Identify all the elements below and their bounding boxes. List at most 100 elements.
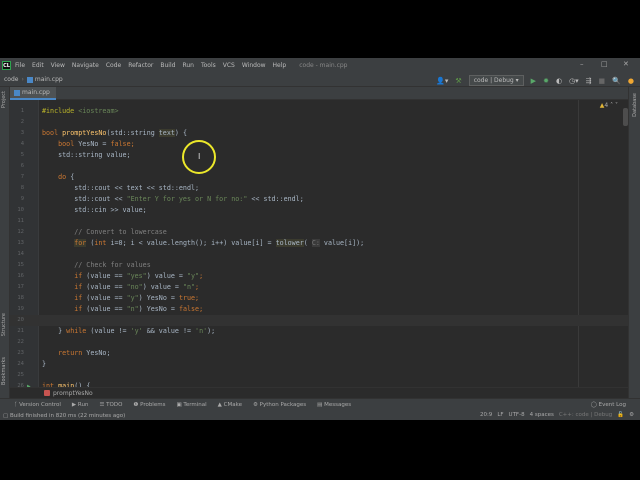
code-line[interactable]: 7 do {: [10, 172, 628, 183]
line-number[interactable]: 1: [10, 106, 24, 117]
line-number[interactable]: 20: [10, 315, 24, 326]
menu-vcs[interactable]: VCS: [223, 62, 235, 69]
code-line[interactable]: 19 if (value == "n") YesNo = false;: [10, 304, 628, 315]
code-line[interactable]: 21 } while (value != 'y' && value != 'n'…: [10, 326, 628, 337]
line-number[interactable]: 22: [10, 337, 24, 348]
maximize-button[interactable]: □: [601, 60, 608, 68]
close-button[interactable]: ✕: [623, 60, 629, 68]
code-line[interactable]: 18 if (value == "y") YesNo = true;: [10, 293, 628, 304]
stop-icon[interactable]: ■: [599, 77, 606, 85]
line-number[interactable]: 13: [10, 238, 24, 249]
code-line[interactable]: 11: [10, 216, 628, 227]
breadcrumb-function[interactable]: promptYesNo: [53, 390, 93, 397]
caret-position[interactable]: 20:9: [480, 412, 492, 418]
line-number[interactable]: 15: [10, 260, 24, 271]
code-line[interactable]: 6: [10, 161, 628, 172]
updates-icon[interactable]: ●: [628, 77, 634, 85]
nav-project[interactable]: code: [4, 76, 18, 83]
project-tool-button[interactable]: Project: [1, 91, 7, 108]
tool-window-terminal[interactable]: ▣ Terminal: [176, 402, 206, 408]
line-number[interactable]: 12: [10, 227, 24, 238]
code-line[interactable]: 4 bool YesNo = false;: [10, 139, 628, 150]
tool-window-run[interactable]: ▶ Run: [72, 402, 89, 408]
debug-icon[interactable]: ✹: [543, 77, 549, 85]
code-line[interactable]: 25: [10, 370, 628, 381]
run-icon[interactable]: ▶: [531, 77, 536, 85]
line-number[interactable]: 14: [10, 249, 24, 260]
tool-window-version-control[interactable]: ᚴ Version Control: [14, 402, 61, 408]
code-line[interactable]: 5 std::string value;: [10, 150, 628, 161]
line-number[interactable]: 9: [10, 194, 24, 205]
line-number[interactable]: 23: [10, 348, 24, 359]
code-editor[interactable]: 1 #include <iostream> 2 3 bool promptYesNo(s…: [10, 100, 628, 387]
menu-refactor[interactable]: Refactor: [128, 62, 153, 69]
code-line[interactable]: 12 // Convert to lowercase: [10, 227, 628, 238]
tab-main-cpp[interactable]: main.cpp: [10, 87, 56, 100]
lock-icon[interactable]: 🔓: [617, 412, 624, 418]
tool-window-cmake[interactable]: ▲ CMake: [218, 402, 242, 408]
line-number[interactable]: 16: [10, 271, 24, 282]
line-number[interactable]: 18: [10, 293, 24, 304]
attach-icon[interactable]: ⇶: [586, 77, 592, 85]
tool-window-problems[interactable]: ❶ Problems: [133, 402, 165, 408]
minimize-button[interactable]: –: [580, 60, 584, 68]
editor-scrollbar[interactable]: [623, 108, 628, 126]
menu-tools[interactable]: Tools: [201, 62, 216, 69]
nav-file[interactable]: main.cpp: [35, 76, 63, 83]
line-number[interactable]: 17: [10, 282, 24, 293]
database-tool-button[interactable]: Database: [632, 93, 638, 117]
menu-code[interactable]: Code: [106, 62, 121, 69]
coverage-icon[interactable]: ◐: [556, 77, 562, 85]
menu-help[interactable]: Help: [273, 62, 287, 69]
line-number[interactable]: 3: [10, 128, 24, 139]
line-number[interactable]: 19: [10, 304, 24, 315]
line-number[interactable]: 7: [10, 172, 24, 183]
menu-window[interactable]: Window: [242, 62, 266, 69]
menu-build[interactable]: Build: [160, 62, 175, 69]
code-line[interactable]: 15 // Check for values: [10, 260, 628, 271]
line-number[interactable]: 5: [10, 150, 24, 161]
bookmarks-tool-button[interactable]: Bookmarks: [1, 357, 7, 385]
line-number[interactable]: 25: [10, 370, 24, 381]
menu-navigate[interactable]: Navigate: [72, 62, 99, 69]
line-number[interactable]: 10: [10, 205, 24, 216]
code-line[interactable]: 2: [10, 117, 628, 128]
line-number[interactable]: 8: [10, 183, 24, 194]
menu-file[interactable]: File: [15, 62, 25, 69]
code-line[interactable]: 14: [10, 249, 628, 260]
code-line[interactable]: 16 if (value == "yes") value = "y";: [10, 271, 628, 282]
code-line[interactable]: 10 std::cin >> value;: [10, 205, 628, 216]
code-line[interactable]: 1 #include <iostream>: [10, 106, 628, 117]
status-toggle-icon[interactable]: ▢: [3, 413, 10, 419]
indent-setting[interactable]: 4 spaces: [530, 412, 554, 418]
code-line[interactable]: 8 std::cout << text << std::endl;: [10, 183, 628, 194]
line-number[interactable]: 24: [10, 359, 24, 370]
event-log-button[interactable]: ◯ Event Log: [591, 402, 626, 408]
menu-view[interactable]: View: [51, 62, 65, 69]
resolve-context[interactable]: C++: code | Debug: [559, 412, 612, 418]
file-encoding[interactable]: UTF-8: [509, 412, 525, 418]
user-icon[interactable]: 👤▾: [436, 77, 448, 85]
line-separator[interactable]: LF: [497, 412, 503, 418]
run-config-select[interactable]: code | Debug ▾: [468, 75, 524, 86]
code-line[interactable]: 17 if (value == "no") value = "n";: [10, 282, 628, 293]
tool-window-python-packages[interactable]: ⚙ Python Packages: [253, 402, 306, 408]
code-line[interactable]: 13 for (int i=0; i < value.length(); i++…: [10, 238, 628, 249]
line-number[interactable]: 2: [10, 117, 24, 128]
code-line[interactable]: 22: [10, 337, 628, 348]
code-line[interactable]: 20: [10, 315, 628, 326]
code-line[interactable]: 9 std::cout << "Enter Y for yes or N for…: [10, 194, 628, 205]
structure-tool-button[interactable]: Structure: [1, 313, 7, 336]
profile-icon[interactable]: ◷▾: [569, 77, 579, 85]
menu-edit[interactable]: Edit: [32, 62, 44, 69]
inspection-widget[interactable]: ▲4 ˄ ˅: [600, 102, 618, 109]
line-number[interactable]: 21: [10, 326, 24, 337]
line-number[interactable]: 11: [10, 216, 24, 227]
tool-window-messages[interactable]: ▤ Messages: [317, 402, 351, 408]
menu-run[interactable]: Run: [182, 62, 194, 69]
build-hammer-icon[interactable]: ⚒: [455, 77, 461, 85]
inspector-icon[interactable]: ⚙: [629, 412, 634, 418]
search-icon[interactable]: 🔍: [612, 77, 621, 85]
code-line[interactable]: 24}: [10, 359, 628, 370]
line-number[interactable]: 4: [10, 139, 24, 150]
